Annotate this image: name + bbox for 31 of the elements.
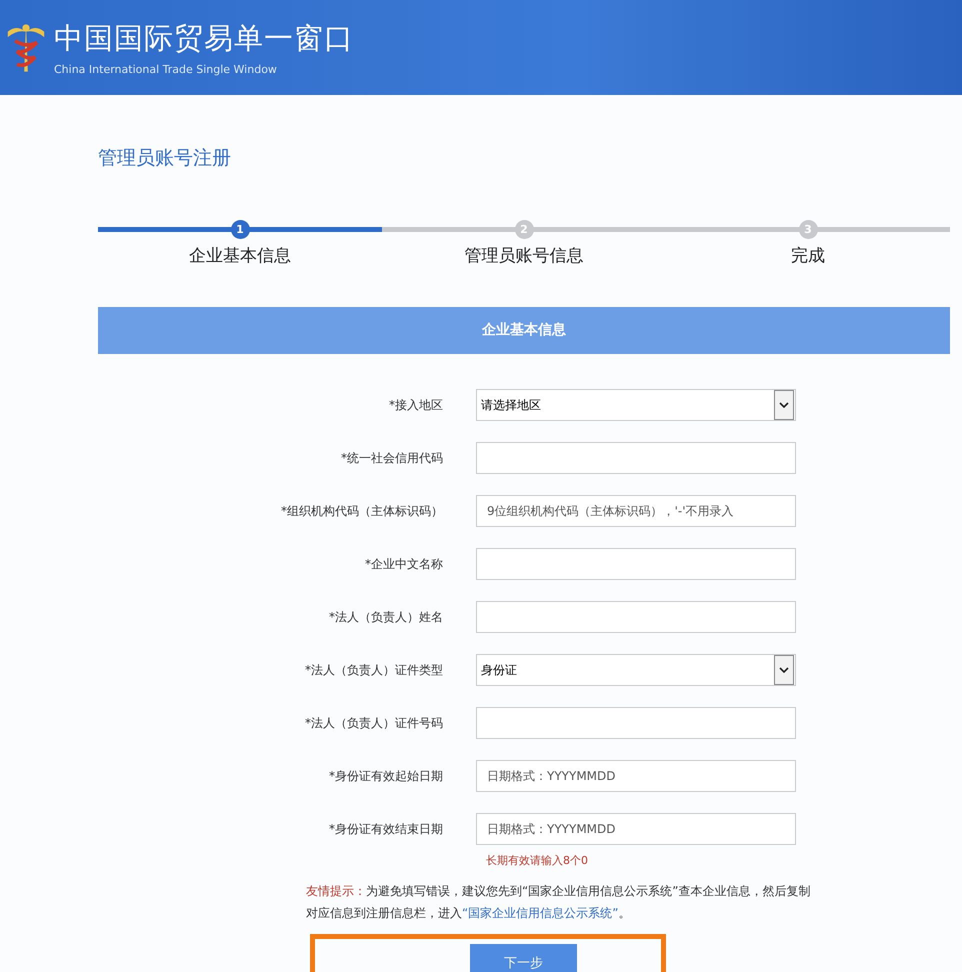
input-field[interactable]: 9位组织机构代码（主体标识码），'-'不用录入 [476, 495, 796, 527]
step-label[interactable]: 企业基本信息 [189, 244, 291, 267]
hint-text: 长期有效请输入8个0 [485, 853, 589, 868]
dropdown[interactable]: 请选择地区 [476, 389, 796, 421]
page-title: 管理员账号注册 [98, 146, 232, 171]
tip-text: 友情提示：为避免填写错误，建议您先到“国家企业信用信息公示系统”查本企业信息，然后复制对应信息到注册信息栏，进入“国家企业信用信息公示系统”。 [306, 884, 810, 920]
field-label: *组织机构代码（主体标识码） [280, 503, 444, 520]
input-field[interactable] [476, 442, 796, 474]
input-field[interactable]: 日期格式：YYYYMMDD [476, 813, 796, 845]
field-label: *法人（负责人）姓名 [328, 609, 444, 626]
field-label: *统一社会信用代码 [340, 450, 444, 467]
chevron-down-icon [774, 655, 794, 685]
field-label: *企业中文名称 [364, 556, 444, 573]
step-number: 1 [230, 220, 250, 239]
system-link[interactable]: “国家企业信用信息公示系统” [462, 906, 618, 920]
input-field[interactable] [476, 707, 796, 739]
chevron-down-icon [774, 390, 794, 420]
input-field[interactable]: 日期格式：YYYYMMDD [476, 760, 796, 792]
field-label: *法人（负责人）证件号码 [304, 715, 444, 732]
dropdown[interactable]: 身份证 [476, 654, 796, 686]
field-label: *接入地区 [388, 397, 444, 414]
site-title: 中国国际贸易单一窗口 [54, 20, 354, 57]
input-field[interactable] [476, 601, 796, 633]
field-label: *身份证有效起始日期 [328, 768, 444, 785]
site-subtitle: China International Trade Single Window [54, 63, 278, 76]
step-label[interactable]: 完成 [791, 244, 825, 267]
panel-title: 企业基本信息 [98, 307, 950, 354]
step-label[interactable]: 管理员账号信息 [464, 244, 584, 267]
field-label: *身份证有效结束日期 [328, 821, 444, 838]
field-label: *法人（负责人）证件类型 [304, 662, 444, 679]
input-field[interactable] [476, 548, 796, 580]
